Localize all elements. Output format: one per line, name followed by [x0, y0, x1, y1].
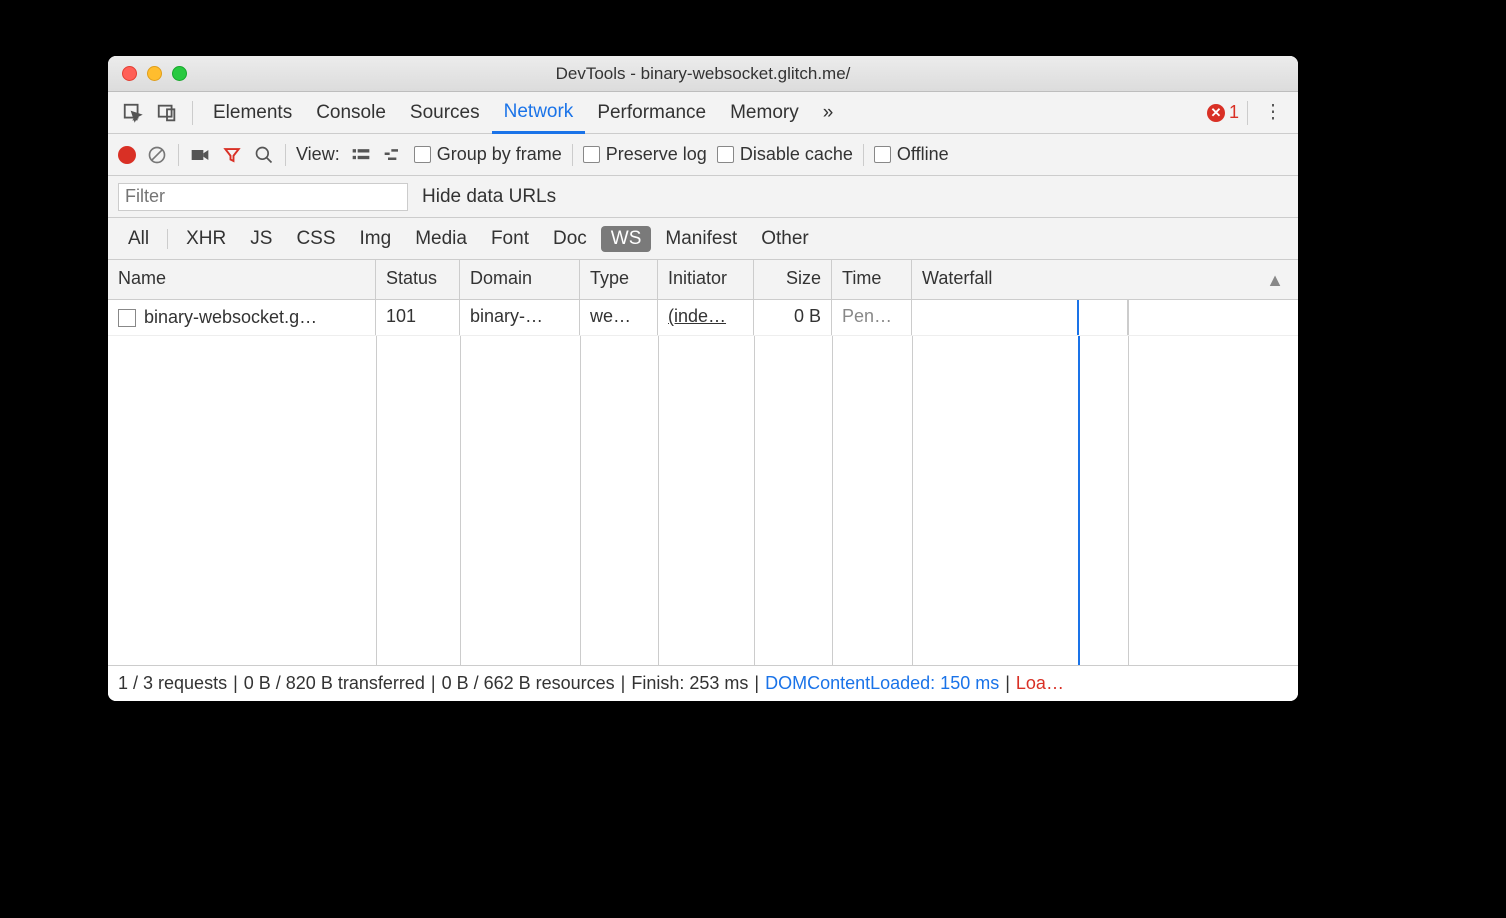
error-count: 1	[1229, 102, 1239, 123]
type-media[interactable]: Media	[405, 226, 477, 252]
type-font[interactable]: Font	[481, 226, 539, 252]
disable-cache-checkbox[interactable]: Disable cache	[717, 144, 853, 165]
col-waterfall[interactable]: Waterfall▲	[912, 260, 1298, 299]
cell-size: 0 B	[754, 300, 832, 335]
tab-performance[interactable]: Performance	[585, 92, 718, 133]
divider	[178, 144, 179, 166]
camera-icon[interactable]	[189, 144, 211, 166]
file-icon	[118, 309, 136, 327]
type-filter-bar: All XHR JS CSS Img Media Font Doc WS Man…	[108, 218, 1298, 260]
cell-type: we…	[580, 300, 658, 335]
tab-sources[interactable]: Sources	[398, 92, 492, 133]
type-manifest[interactable]: Manifest	[655, 226, 747, 252]
cell-waterfall	[912, 300, 1298, 335]
kebab-menu-icon[interactable]: ⋮	[1256, 96, 1290, 130]
waterfall-marker	[1077, 300, 1079, 335]
network-toolbar: View: Group by frame Preserve log Disabl…	[108, 134, 1298, 176]
grid-header: Name Status Domain Type Initiator Size T…	[108, 260, 1298, 300]
col-time[interactable]: Time	[832, 260, 912, 299]
col-status[interactable]: Status	[376, 260, 460, 299]
cell-initiator[interactable]: (inde…	[658, 300, 754, 335]
status-load: Loa…	[1016, 673, 1064, 694]
inspect-element-icon[interactable]	[116, 96, 150, 130]
cell-name: binary-websocket.g…	[108, 300, 376, 335]
divider	[572, 144, 573, 166]
col-type[interactable]: Type	[580, 260, 658, 299]
divider	[285, 144, 286, 166]
titlebar: DevTools - binary-websocket.glitch.me/	[108, 56, 1298, 92]
device-toolbar-icon[interactable]	[150, 96, 184, 130]
view-label: View:	[296, 144, 340, 165]
cell-domain: binary-…	[460, 300, 580, 335]
window-controls	[108, 66, 187, 81]
zoom-window-button[interactable]	[172, 66, 187, 81]
cell-status: 101	[376, 300, 460, 335]
checkbox-icon	[717, 146, 734, 163]
table-row[interactable]: binary-websocket.g… 101 binary-… we… (in…	[108, 300, 1298, 336]
preserve-log-checkbox[interactable]: Preserve log	[583, 144, 707, 165]
tab-memory[interactable]: Memory	[718, 92, 811, 133]
type-doc[interactable]: Doc	[543, 226, 597, 252]
tab-more[interactable]: »	[811, 92, 846, 133]
type-ws[interactable]: WS	[601, 226, 652, 252]
col-size[interactable]: Size	[754, 260, 832, 299]
type-xhr[interactable]: XHR	[176, 226, 236, 252]
window-title: DevTools - binary-websocket.glitch.me/	[108, 64, 1298, 84]
filter-input[interactable]	[118, 183, 408, 211]
minimize-window-button[interactable]	[147, 66, 162, 81]
col-name[interactable]: Name	[108, 260, 376, 299]
waterfall-marker	[1127, 300, 1129, 335]
type-js[interactable]: JS	[240, 226, 282, 252]
divider	[167, 229, 168, 249]
status-resources: 0 B / 662 B resources	[442, 673, 615, 694]
checkbox-icon	[874, 146, 891, 163]
type-other[interactable]: Other	[751, 226, 819, 252]
group-by-frame-checkbox[interactable]: Group by frame	[414, 144, 562, 165]
request-grid: Name Status Domain Type Initiator Size T…	[108, 260, 1298, 665]
search-icon[interactable]	[253, 144, 275, 166]
tab-console[interactable]: Console	[304, 92, 398, 133]
overview-icon[interactable]	[382, 144, 404, 166]
offline-checkbox[interactable]: Offline	[874, 144, 949, 165]
filter-icon[interactable]	[221, 144, 243, 166]
filter-bar: Hide data URLs	[108, 176, 1298, 218]
close-window-button[interactable]	[122, 66, 137, 81]
divider	[192, 101, 193, 125]
clear-icon[interactable]	[146, 144, 168, 166]
tab-elements[interactable]: Elements	[201, 92, 304, 133]
status-finish: Finish: 253 ms	[631, 673, 748, 694]
grid-body	[108, 336, 1298, 665]
sort-indicator-icon: ▲	[1266, 270, 1284, 291]
status-requests: 1 / 3 requests	[118, 673, 227, 694]
divider	[1247, 101, 1248, 125]
type-img[interactable]: Img	[350, 226, 402, 252]
col-domain[interactable]: Domain	[460, 260, 580, 299]
type-all[interactable]: All	[118, 226, 159, 252]
tab-network[interactable]: Network	[492, 93, 586, 134]
devtools-window: DevTools - binary-websocket.glitch.me/ E…	[108, 56, 1298, 701]
checkbox-icon	[583, 146, 600, 163]
status-transferred: 0 B / 820 B transferred	[244, 673, 425, 694]
panel-tabs: Elements Console Sources Network Perform…	[108, 92, 1298, 134]
col-initiator[interactable]: Initiator	[658, 260, 754, 299]
status-domcontent: DOMContentLoaded: 150 ms	[765, 673, 999, 694]
checkbox-icon	[414, 146, 431, 163]
divider	[863, 144, 864, 166]
large-rows-icon[interactable]	[350, 144, 372, 166]
type-css[interactable]: CSS	[286, 226, 345, 252]
status-bar: 1 / 3 requests| 0 B / 820 B transferred|…	[108, 665, 1298, 701]
error-icon: ✕	[1207, 104, 1225, 122]
hide-data-urls-checkbox[interactable]: Hide data URLs	[422, 186, 556, 208]
error-indicator[interactable]: ✕ 1	[1207, 102, 1239, 123]
cell-time: Pen…	[832, 300, 912, 335]
record-button[interactable]	[118, 146, 136, 164]
